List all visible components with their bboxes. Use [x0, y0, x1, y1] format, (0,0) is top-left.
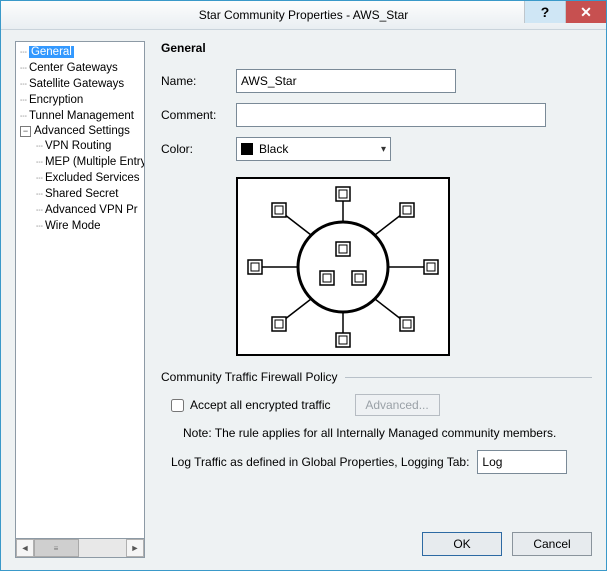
comment-input[interactable]	[236, 103, 546, 127]
scroll-thumb[interactable]: ≡	[34, 539, 79, 557]
name-label: Name:	[161, 74, 236, 88]
chevron-down-icon: ▾	[381, 144, 386, 155]
nav-item-vpn-routing[interactable]: ┄VPN Routing	[16, 138, 144, 154]
tree-leaf-icon: ┄	[20, 45, 26, 59]
tree-leaf-icon: ┄	[36, 187, 42, 201]
main-panel: General Name: Comment: Color: Black ▾	[145, 41, 592, 558]
tree-hscrollbar[interactable]: ◄ ≡ ►	[15, 539, 145, 558]
nav-tree[interactable]: ┄General ┄Center Gateways ┄Satellite Gat…	[15, 41, 145, 539]
nav-label: Advanced VPN Pr	[45, 204, 138, 216]
window-title: Star Community Properties - AWS_Star	[1, 8, 606, 22]
nav-label: Wire Mode	[45, 220, 101, 232]
nav-item-general[interactable]: ┄General	[16, 44, 144, 60]
color-value: Black	[259, 142, 288, 156]
nav-item-mep[interactable]: ┄MEP (Multiple Entry	[16, 154, 144, 170]
tree-leaf-icon: ┄	[20, 109, 26, 123]
nav-label: Shared Secret	[45, 188, 119, 200]
tree-leaf-icon: ┄	[20, 77, 26, 91]
tree-leaf-icon: ┄	[20, 93, 26, 107]
accept-encrypted-label: Accept all encrypted traffic	[190, 398, 331, 412]
comment-label: Comment:	[161, 108, 236, 122]
close-button[interactable]: ✕	[565, 1, 606, 23]
nav-label: General	[29, 46, 74, 58]
close-icon: ✕	[580, 4, 592, 21]
nav-label: Excluded Services	[45, 172, 140, 184]
dialog-body: ┄General ┄Center Gateways ┄Satellite Gat…	[1, 31, 606, 570]
nav-item-excluded-services[interactable]: ┄Excluded Services	[16, 170, 144, 186]
color-swatch-icon	[241, 143, 253, 155]
tree-leaf-icon: ┄	[36, 171, 42, 185]
name-input[interactable]	[236, 69, 456, 93]
titlebar[interactable]: Star Community Properties - AWS_Star ? ✕	[1, 1, 606, 30]
advanced-button: Advanced...	[355, 394, 440, 416]
panel-heading: General	[161, 41, 592, 55]
nav-label: Center Gateways	[29, 62, 118, 74]
policy-note: Note: The rule applies for all Internall…	[183, 426, 592, 440]
policy-section-title: Community Traffic Firewall Policy	[161, 370, 337, 384]
log-dropdown[interactable]: Log	[477, 450, 567, 474]
cancel-button[interactable]: Cancel	[512, 532, 592, 556]
color-dropdown[interactable]: Black ▾	[236, 137, 391, 161]
ok-button[interactable]: OK	[422, 532, 502, 556]
nav-item-shared-secret[interactable]: ┄Shared Secret	[16, 186, 144, 202]
log-value: Log	[482, 455, 502, 469]
nav-column: ┄General ┄Center Gateways ┄Satellite Gat…	[15, 41, 145, 558]
nav-label: Encryption	[29, 94, 83, 106]
dialog-window: Star Community Properties - AWS_Star ? ✕…	[0, 0, 607, 571]
nav-item-advanced-settings[interactable]: −Advanced Settings	[16, 124, 144, 138]
tree-leaf-icon: ┄	[36, 139, 42, 153]
nav-item-advanced-vpn[interactable]: ┄Advanced VPN Pr	[16, 202, 144, 218]
scroll-track[interactable]: ≡	[34, 539, 126, 557]
nav-item-encryption[interactable]: ┄Encryption	[16, 92, 144, 108]
nav-item-wire-mode[interactable]: ┄Wire Mode	[16, 218, 144, 234]
scroll-left-button[interactable]: ◄	[16, 539, 34, 557]
nav-item-center-gateways[interactable]: ┄Center Gateways	[16, 60, 144, 76]
tree-leaf-icon: ┄	[36, 203, 42, 217]
collapse-icon[interactable]: −	[20, 126, 31, 137]
titlebar-buttons: ? ✕	[524, 1, 606, 23]
scroll-right-button[interactable]: ►	[126, 539, 144, 557]
log-label: Log Traffic as defined in Global Propert…	[171, 455, 469, 469]
star-topology-diagram	[236, 177, 450, 356]
divider	[345, 377, 592, 378]
nav-item-tunnel-management[interactable]: ┄Tunnel Management	[16, 108, 144, 124]
nav-label: Advanced Settings	[34, 125, 130, 137]
help-button[interactable]: ?	[524, 1, 565, 23]
nav-label: MEP (Multiple Entry	[45, 156, 145, 168]
accept-encrypted-checkbox[interactable]	[171, 399, 184, 412]
nav-label: Satellite Gateways	[29, 78, 124, 90]
tree-leaf-icon: ┄	[36, 219, 42, 233]
color-label: Color:	[161, 142, 236, 156]
nav-label: VPN Routing	[45, 140, 111, 152]
nav-item-satellite-gateways[interactable]: ┄Satellite Gateways	[16, 76, 144, 92]
tree-leaf-icon: ┄	[36, 155, 42, 169]
nav-label: Tunnel Management	[29, 110, 134, 122]
tree-leaf-icon: ┄	[20, 61, 26, 75]
dialog-button-bar: OK Cancel	[422, 532, 592, 556]
